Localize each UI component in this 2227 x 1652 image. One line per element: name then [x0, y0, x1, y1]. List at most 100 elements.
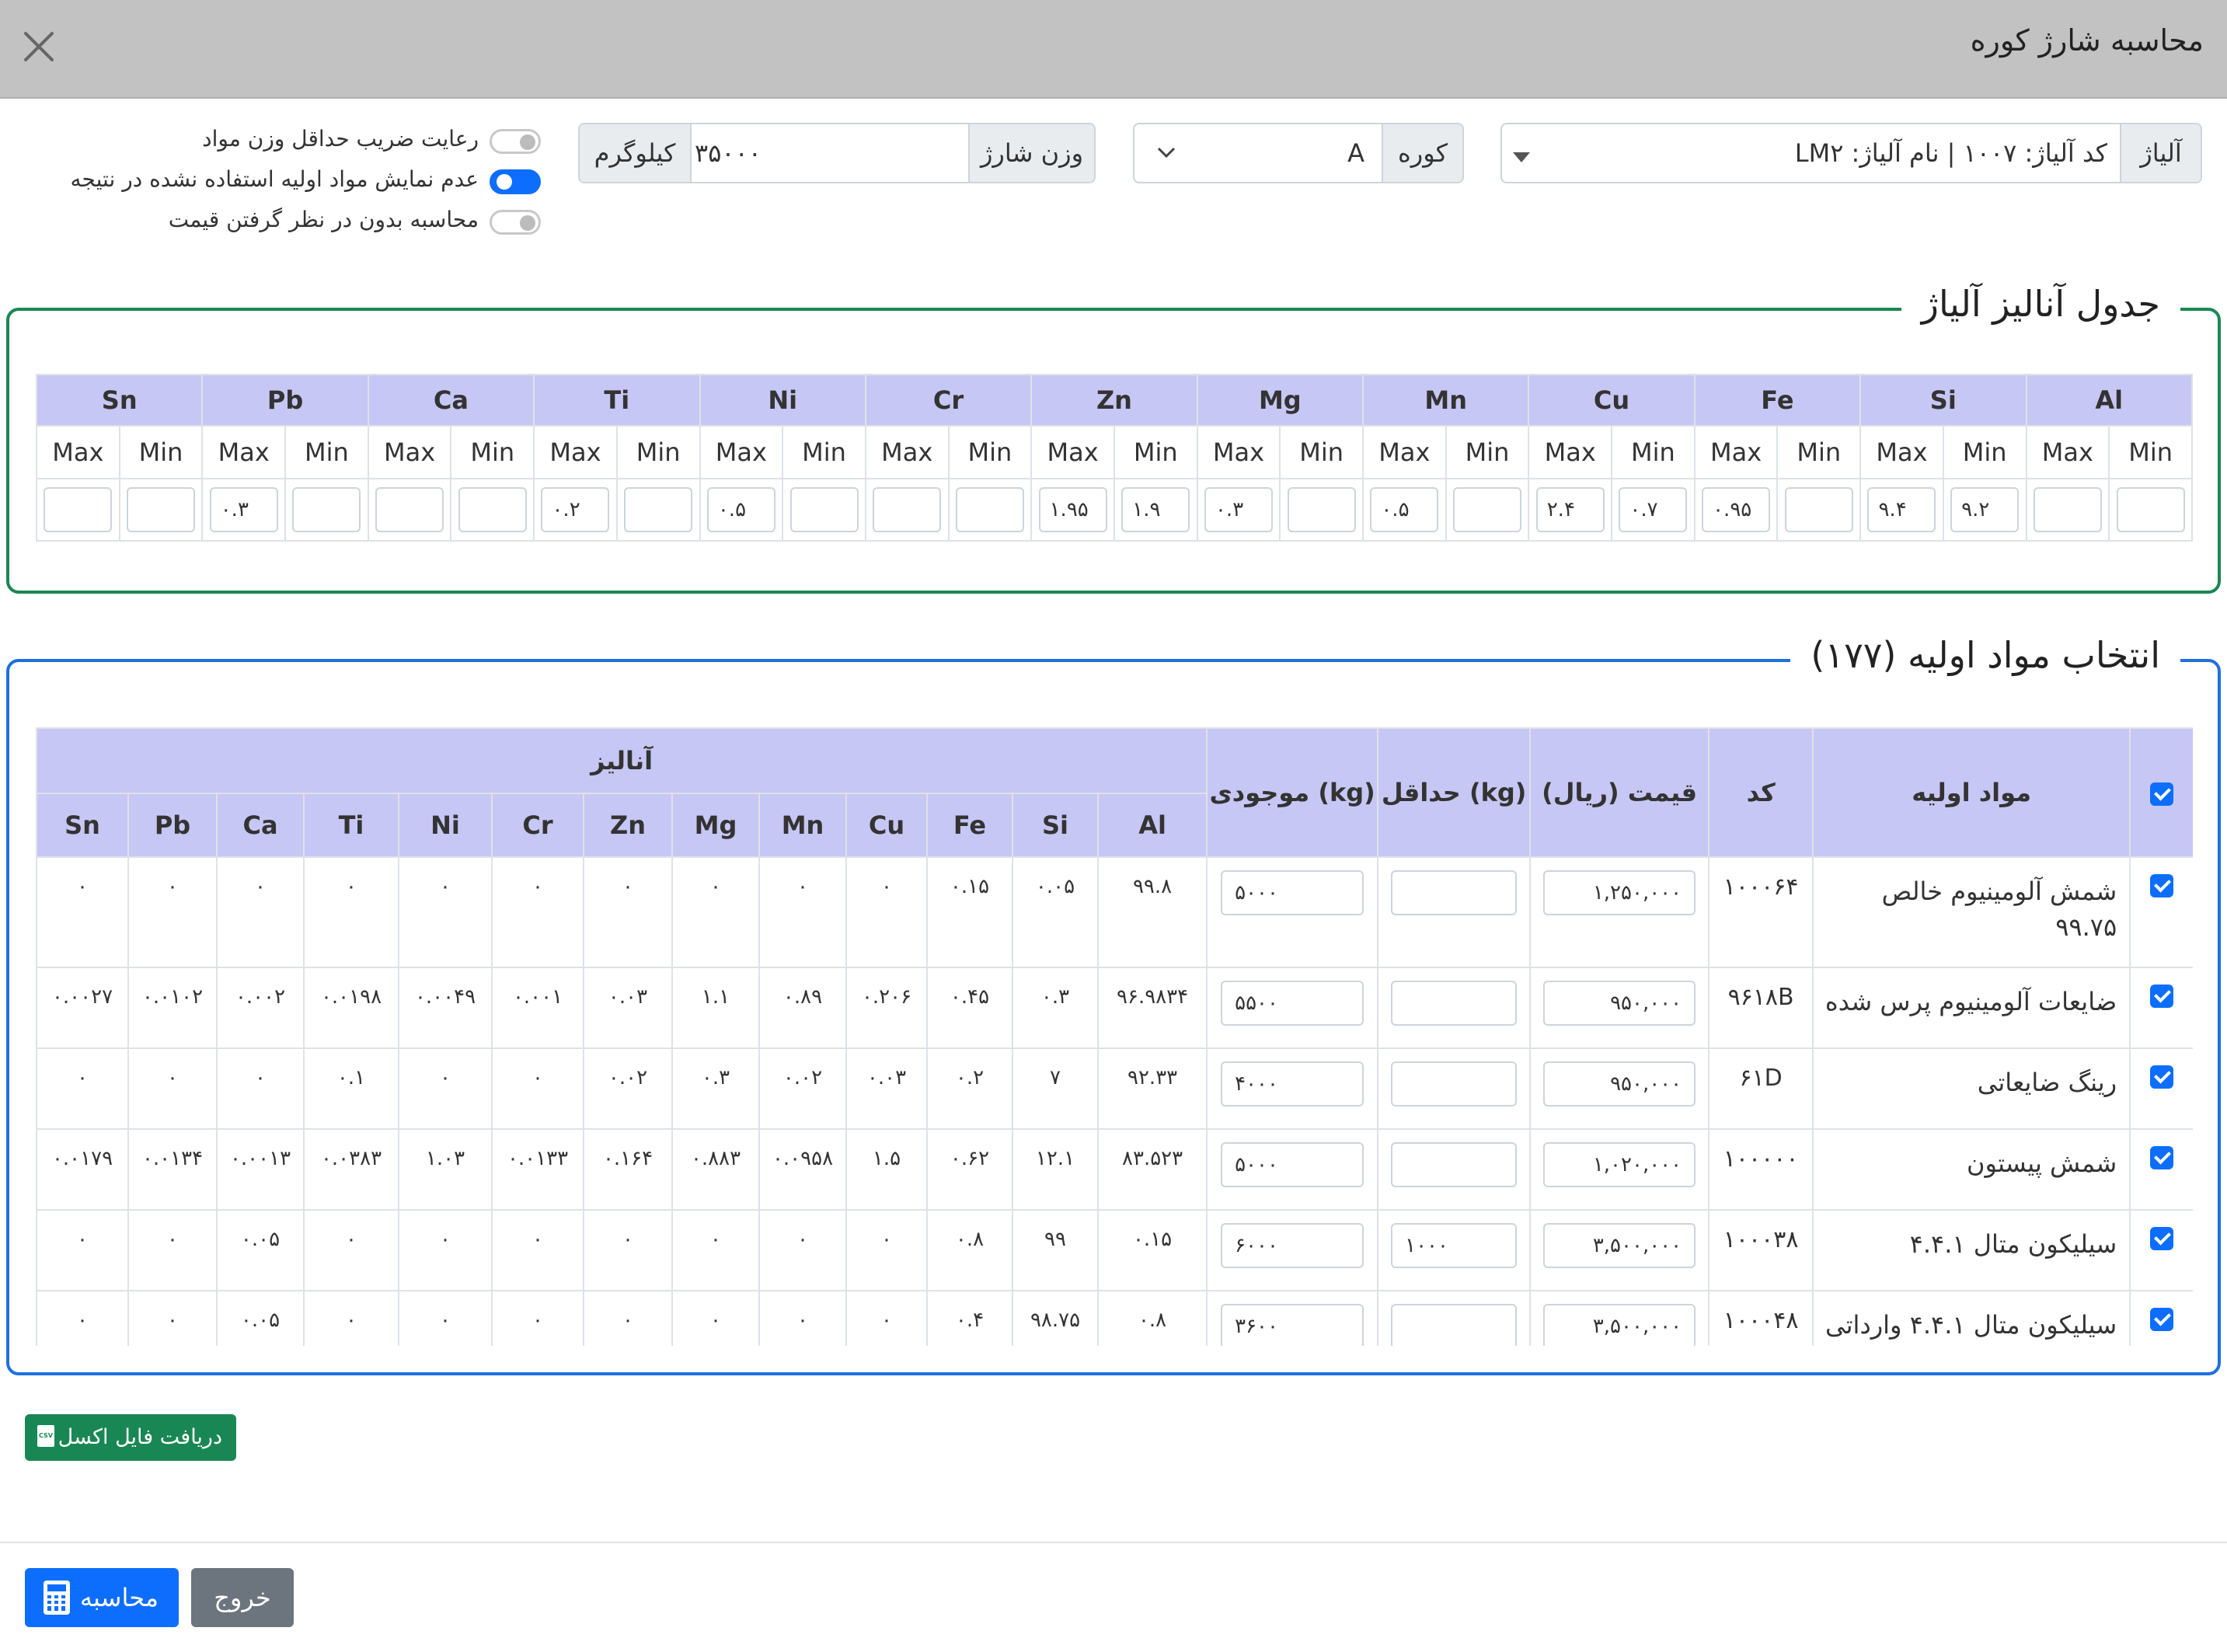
footer-divider — [0, 1542, 2227, 1543]
analysis-value: ۰ — [303, 1290, 399, 1346]
alloy-min-input[interactable] — [2116, 487, 2185, 532]
download-excel-button[interactable]: CSV دریافت فایل اکسل — [25, 1414, 236, 1461]
modal-header: محاسبه شارژ کوره — [0, 0, 2227, 99]
exit-label: خروج — [214, 1583, 271, 1612]
alloy-min-input[interactable] — [789, 487, 859, 532]
price-input[interactable]: ۱,۰۲۰,۰۰۰ — [1543, 1142, 1696, 1187]
max-cell: ۰.۳ — [1196, 478, 1281, 542]
alloy-min-input[interactable] — [624, 487, 693, 532]
analysis-value: ۰.۱۶۴ — [583, 1128, 673, 1211]
alloy-max-input[interactable]: ۰.۹۵ — [1702, 487, 1771, 532]
alloy-max-input[interactable]: ۱.۹۵ — [1038, 487, 1107, 532]
exit-button[interactable]: خروج — [191, 1568, 294, 1627]
analysis-value: ۰.۰۱۳۳ — [491, 1128, 584, 1211]
analysis-value: ۰ — [216, 1047, 305, 1130]
alloy-min-input[interactable] — [127, 487, 196, 532]
calculate-button[interactable]: محاسبه — [25, 1568, 179, 1627]
material-select-checkbox[interactable] — [2150, 1065, 2174, 1089]
alloy-element-header: Cr — [864, 374, 1033, 427]
price-input[interactable]: ۹۵۰,۰۰۰ — [1543, 1061, 1696, 1107]
select-all-checkbox[interactable] — [2150, 782, 2174, 806]
material-name-header: مواد اولیه — [1812, 727, 2131, 858]
material-select-checkbox[interactable] — [2150, 1226, 2174, 1250]
alloy-max-input[interactable]: ۰.۵ — [706, 487, 775, 532]
material-select-cell — [2129, 856, 2193, 968]
stock-input[interactable]: ۴۰۰۰ — [1221, 1061, 1364, 1107]
analysis-value: ۰ — [216, 856, 305, 968]
min-weight-input[interactable] — [1391, 981, 1518, 1026]
min-weight-input-cell — [1377, 1047, 1532, 1130]
analysis-value: ۰.۱۵ — [1096, 1209, 1208, 1291]
alloy-max-input[interactable] — [873, 487, 942, 532]
material-select-checkbox[interactable] — [2150, 1307, 2174, 1331]
analysis-value: ۰ — [127, 1047, 218, 1130]
price-input[interactable]: ۹۵۰,۰۰۰ — [1543, 981, 1696, 1026]
alloy-min-input[interactable] — [1784, 487, 1853, 532]
download-excel-label: دریافت فایل اکسل — [58, 1425, 222, 1449]
alloy-max-input[interactable] — [44, 487, 113, 532]
min-cell — [2108, 478, 2193, 542]
analysis-value: ۰ — [398, 1290, 493, 1346]
min-weight-factor-toggle[interactable] — [490, 129, 541, 154]
alloy-max-input[interactable]: ۹.۴ — [1867, 487, 1936, 532]
alloy-min-input[interactable]: ۱.۹ — [1121, 487, 1190, 532]
furnace-select[interactable]: کوره A — [1133, 123, 1464, 183]
alloy-min-input[interactable] — [955, 487, 1024, 532]
min-weight-input[interactable] — [1391, 1304, 1518, 1346]
max-label: Max — [1859, 425, 1944, 479]
charge-weight-input[interactable]: ۳۵۰۰۰ — [695, 124, 956, 182]
alloy-min-input[interactable]: ۹.۲ — [1950, 487, 2020, 532]
analysis-value: ۱.۱ — [671, 967, 760, 1049]
alloy-select[interactable]: آلیاژ کد آلیاژ: ۱۰۰۷ | نام آلیاژ: LM۲ — [1500, 123, 2202, 183]
analysis-value: ۰ — [671, 856, 760, 968]
stock-input[interactable]: ۳۶۰۰ — [1221, 1304, 1364, 1346]
min-weight-input[interactable] — [1391, 870, 1518, 915]
close-icon[interactable] — [22, 30, 56, 64]
csv-file-icon: CSV — [37, 1425, 54, 1447]
min-label: Min — [947, 425, 1033, 479]
material-name: سیلیکون متال ۴.۴.۱ وارداتی — [1812, 1290, 2131, 1346]
alloy-value: کد آلیاژ: ۱۰۰۷ | نام آلیاژ: LM۲ — [1794, 138, 2107, 168]
alloy-max-input[interactable]: ۰.۳ — [209, 487, 278, 532]
material-name: رینگ ضایعاتی — [1812, 1047, 2131, 1130]
ignore-price-toggle[interactable] — [490, 210, 541, 235]
analysis-value: ۰.۲ — [926, 1047, 1013, 1130]
alloy-max-input[interactable] — [375, 487, 444, 532]
price-input[interactable]: ۳,۵۰۰,۰۰۰ — [1543, 1304, 1696, 1346]
material-select-checkbox[interactable] — [2150, 984, 2174, 1008]
alloy-max-input[interactable] — [2033, 487, 2102, 532]
alloy-element-header: Pb — [201, 374, 369, 427]
analysis-value: ۰.۸ — [926, 1209, 1013, 1291]
material-select-checkbox[interactable] — [2150, 873, 2174, 897]
alloy-min-input[interactable] — [1287, 487, 1356, 532]
max-cell: ۹.۴ — [1859, 478, 1944, 542]
alloy-min-input[interactable]: ۰.۷ — [1619, 487, 1688, 532]
alloy-min-input[interactable] — [292, 487, 361, 532]
price-input[interactable]: ۳,۵۰۰,۰۰۰ — [1543, 1223, 1696, 1268]
alloy-min-input[interactable] — [1453, 487, 1522, 532]
analysis-value: ۰.۴۵ — [926, 967, 1013, 1049]
min-weight-input[interactable] — [1391, 1142, 1518, 1187]
min-weight-input[interactable] — [1391, 1061, 1518, 1107]
alloy-max-input[interactable]: ۲.۴ — [1535, 487, 1605, 532]
stock-input[interactable]: ۵۰۰۰ — [1221, 1142, 1364, 1187]
min-weight-input[interactable]: ۱۰۰۰ — [1391, 1223, 1518, 1268]
alloy-max-input[interactable]: ۰.۵ — [1370, 487, 1439, 532]
alloy-min-input[interactable] — [458, 487, 527, 532]
stock-input[interactable]: ۵۵۰۰ — [1221, 981, 1364, 1026]
stock-input[interactable]: ۵۰۰۰ — [1221, 870, 1364, 915]
analysis-value: ۰.۰۵ — [1012, 856, 1099, 968]
material-select-cell — [2129, 1209, 2193, 1291]
alloy-max-input[interactable]: ۰.۲ — [541, 487, 610, 532]
code-header: کد — [1708, 727, 1814, 858]
stock-input[interactable]: ۶۰۰۰ — [1221, 1223, 1364, 1268]
analysis-value: ۰.۸۹ — [758, 967, 847, 1049]
analysis-value: ۰.۰۵ — [216, 1290, 305, 1346]
alloy-max-input[interactable]: ۰.۳ — [1204, 487, 1273, 532]
price-input[interactable]: ۱,۲۵۰,۰۰۰ — [1543, 870, 1696, 915]
material-select-checkbox[interactable] — [2150, 1145, 2174, 1169]
materials-table-scroll[interactable]: آنالیز موجودی (kg) حداقل (kg) قیمت (ریال) کد… — [36, 727, 2193, 1346]
analysis-value: ۱.۰۳ — [398, 1128, 493, 1211]
stock-input-cell: ۵۵۰۰ — [1206, 967, 1379, 1049]
hide-unused-materials-toggle[interactable] — [490, 169, 541, 194]
